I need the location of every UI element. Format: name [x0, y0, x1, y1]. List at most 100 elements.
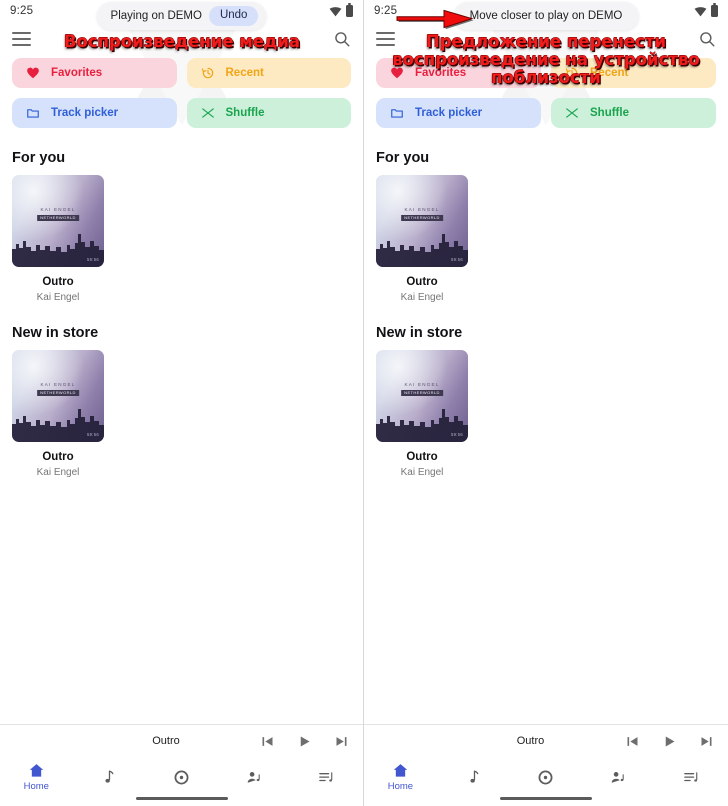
chip-favorites[interactable]: Favorites: [376, 58, 541, 88]
nav-item-playlists[interactable]: [290, 769, 363, 786]
bottom-area: Outro Home: [0, 724, 363, 806]
status-clock: 9:25: [374, 5, 398, 17]
music-note-icon: [105, 770, 114, 783]
home-icon: [393, 764, 408, 777]
media-card[interactable]: KAI ENGEL NETHERWORLD 59:56 Outro Kai En…: [376, 350, 468, 478]
chip-track-picker[interactable]: Track picker: [376, 98, 541, 128]
media-card-artist: Kai Engel: [36, 467, 80, 478]
skip-previous-icon[interactable]: [260, 734, 275, 749]
album-art[interactable]: KAI ENGEL NETHERWORLD 59:56: [12, 350, 104, 442]
album-art-badge: 59:56: [87, 257, 99, 262]
music-note-icon: [470, 770, 479, 783]
mini-player[interactable]: Outro: [364, 724, 728, 757]
mini-player-title: Outro: [152, 735, 180, 747]
media-card[interactable]: KAI ENGEL NETHERWORLD 59:56 Outro Kai En…: [12, 175, 104, 303]
chip-track-picker-label: Track picker: [415, 107, 483, 119]
artist-icon: [611, 771, 624, 783]
skip-next-icon[interactable]: [699, 734, 714, 749]
nav-item-artists[interactable]: [582, 769, 655, 786]
album-art[interactable]: KAI ENGEL NETHERWORLD 59:56: [12, 175, 104, 267]
status-clock: 9:25: [10, 5, 34, 17]
wifi-icon: [329, 6, 342, 16]
chip-track-picker-label: Track picker: [51, 107, 119, 119]
section-for-you: For you KAI ENGEL NETHERWORLD 59:56 Outr…: [364, 150, 728, 303]
section-title: New in store: [376, 325, 463, 341]
media-card-artist: Kai Engel: [400, 467, 444, 478]
nav-item-albums[interactable]: [510, 769, 583, 786]
album-art-badge: 59:56: [451, 432, 463, 437]
album-art-artist-text: KAI ENGEL: [404, 207, 440, 213]
chip-shuffle-label: Shuffle: [225, 107, 265, 119]
nav-item-home-label: Home: [23, 781, 49, 792]
bottom-navigation-bar: Home: [0, 757, 363, 797]
mini-player[interactable]: Outro: [0, 724, 363, 757]
nav-item-artists[interactable]: [218, 769, 291, 786]
chip-shuffle[interactable]: Shuffle: [186, 98, 351, 128]
play-icon[interactable]: [297, 734, 312, 749]
search-icon[interactable]: [698, 30, 716, 48]
section-title: New in store: [12, 325, 99, 341]
album-art-album-text: NETHERWORLD: [401, 214, 443, 221]
playlist-icon: [319, 771, 333, 782]
chip-recent[interactable]: Recent: [186, 58, 351, 88]
snackbar-undo-button[interactable]: Undo: [208, 6, 259, 26]
album-art[interactable]: KAI ENGEL NETHERWORLD 59:56: [376, 175, 468, 267]
section-title: For you: [12, 150, 66, 166]
home-icon: [29, 764, 44, 777]
nav-item-songs[interactable]: [73, 769, 146, 786]
left-phone-screen: 9:25 Playing on DEMO Undo Favorites Rece…: [0, 0, 364, 806]
mini-player-controls: [260, 734, 349, 749]
history-icon: [565, 66, 579, 80]
hamburger-menu-icon[interactable]: [376, 32, 395, 46]
snackbar-message: Move closer to play on DEMO: [469, 10, 623, 22]
skip-next-icon[interactable]: [334, 734, 349, 749]
media-card-artist: Kai Engel: [36, 292, 80, 303]
right-phone-screen: 9:25 Move closer to play on DEMO Favorit…: [364, 0, 728, 806]
folder-icon: [26, 106, 40, 120]
bottom-navigation-bar: Home: [364, 757, 728, 797]
heart-icon: [390, 66, 404, 80]
quick-action-chips: Favorites Recent Track picker Shuffle: [364, 56, 728, 128]
media-output-snackbar[interactable]: Playing on DEMO Undo: [96, 2, 267, 30]
section-title: For you: [376, 150, 430, 166]
snackbar-message: Playing on DEMO: [110, 10, 202, 22]
section-new-in-store: New in store KAI ENGEL NETHERWORLD 59:56…: [0, 325, 363, 478]
nav-item-home[interactable]: Home: [364, 762, 437, 792]
nav-item-songs[interactable]: [437, 769, 510, 786]
nav-item-albums[interactable]: [145, 769, 218, 786]
folder-icon: [390, 106, 404, 120]
search-icon[interactable]: [333, 30, 351, 48]
media-card-title: Outro: [42, 276, 74, 288]
chip-shuffle[interactable]: Shuffle: [551, 98, 716, 128]
media-transfer-snackbar[interactable]: Move closer to play on DEMO: [453, 2, 639, 30]
album-art[interactable]: KAI ENGEL NETHERWORLD 59:56: [376, 350, 468, 442]
album-art-artist-text: KAI ENGEL: [404, 382, 440, 388]
album-art-album-text: NETHERWORLD: [37, 389, 79, 396]
media-card-title: Outro: [406, 451, 438, 463]
album-art-badge: 59:56: [87, 432, 99, 437]
history-icon: [201, 66, 215, 80]
gesture-bar[interactable]: [364, 797, 728, 806]
chip-favorites[interactable]: Favorites: [12, 58, 177, 88]
hamburger-menu-icon[interactable]: [12, 32, 31, 46]
media-card[interactable]: KAI ENGEL NETHERWORLD 59:56 Outro Kai En…: [376, 175, 468, 303]
album-art-album-text: NETHERWORLD: [37, 214, 79, 221]
play-icon[interactable]: [662, 734, 677, 749]
album-art-artist-text: KAI ENGEL: [40, 207, 76, 213]
gesture-bar[interactable]: [0, 797, 363, 806]
mini-player-title: Outro: [516, 735, 545, 747]
media-card-artist: Kai Engel: [400, 292, 444, 303]
skip-previous-icon[interactable]: [625, 734, 640, 749]
dual-screenshot-stage: 9:25 Playing on DEMO Undo Favorites Rece…: [0, 0, 728, 806]
battery-icon: [346, 3, 353, 17]
wifi-icon: [694, 6, 707, 16]
album-art-artist-text: KAI ENGEL: [40, 382, 76, 388]
section-new-in-store: New in store KAI ENGEL NETHERWORLD 59:56…: [364, 325, 728, 478]
nav-item-playlists[interactable]: [655, 769, 728, 786]
media-card[interactable]: KAI ENGEL NETHERWORLD 59:56 Outro Kai En…: [12, 350, 104, 478]
chip-track-picker[interactable]: Track picker: [12, 98, 177, 128]
artist-icon: [247, 771, 260, 783]
nav-item-home[interactable]: Home: [0, 762, 73, 792]
chip-recent[interactable]: Recent: [551, 58, 716, 88]
album-art-album-text: NETHERWORLD: [401, 389, 443, 396]
